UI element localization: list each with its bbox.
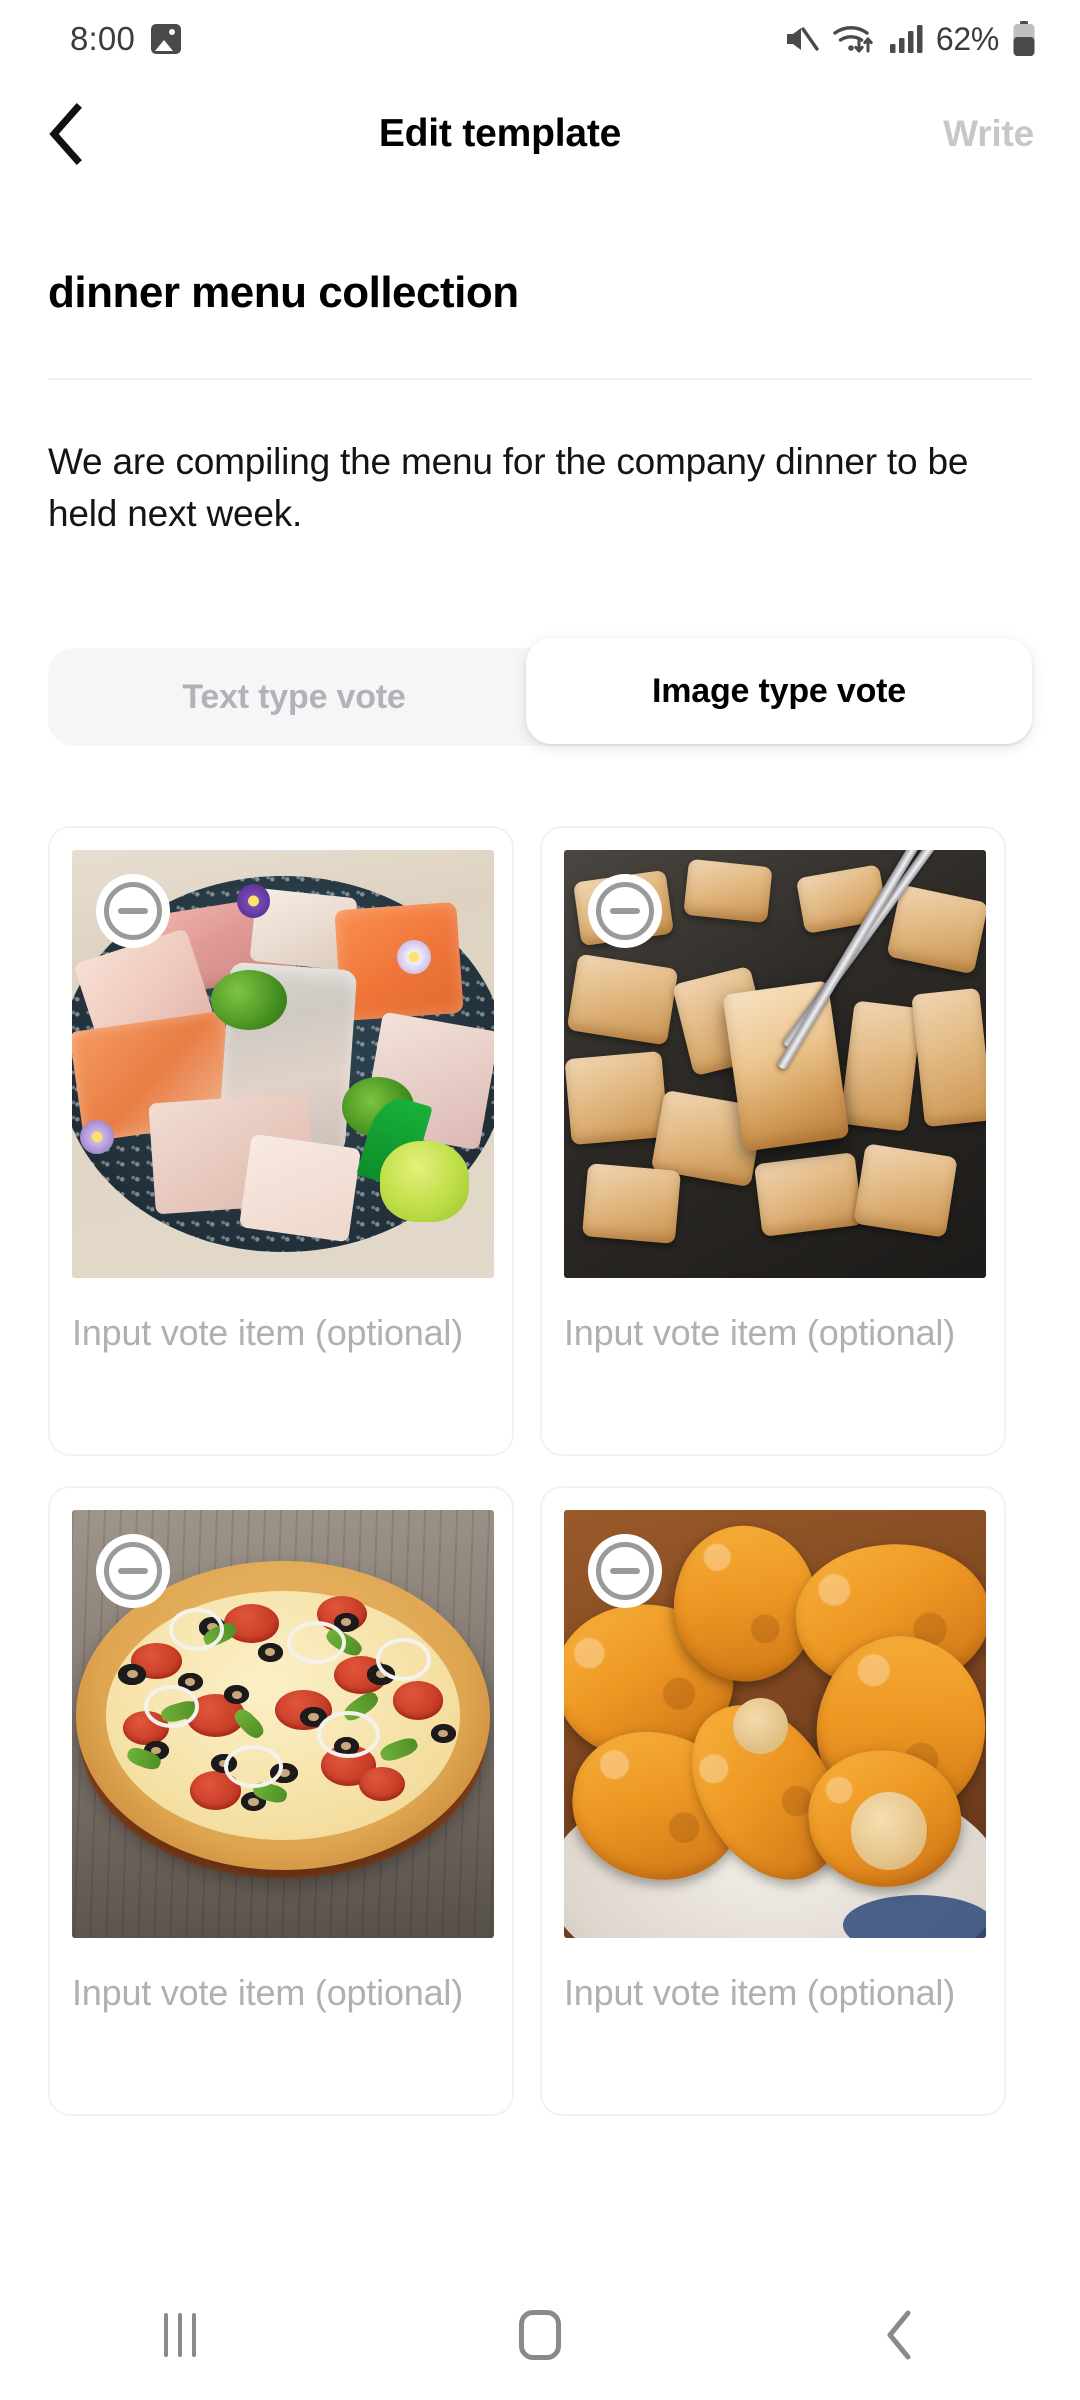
poll-description[interactable]: We are compiling the menu for the compan… [48,436,988,540]
vote-item-grid: Input vote item (optional) Input vote it… [48,826,1032,2116]
vote-item-label-input[interactable]: Input vote item (optional) [72,1308,492,1358]
mute-icon [786,27,819,51]
home-icon [519,2310,561,2360]
minus-circle-icon [596,882,654,940]
vote-item-card[interactable]: Input vote item (optional) [48,1486,514,2116]
minus-circle-icon [104,882,162,940]
vote-item-label-input[interactable]: Input vote item (optional) [564,1968,984,2018]
remove-vote-item-button[interactable] [588,1534,662,1608]
battery-icon [1013,21,1035,56]
cellular-signal-icon [889,25,923,53]
app-screen: 8:00 62% Edit template Write dinner menu… [0,0,1080,2400]
recents-button[interactable] [105,2290,255,2380]
remove-vote-item-button[interactable] [96,874,170,948]
minus-circle-icon [104,1542,162,1600]
page-title: Edit template [378,112,622,155]
recents-icon [164,2313,196,2357]
vote-item-label-input[interactable]: Input vote item (optional) [72,1968,492,2018]
app-header: Edit template Write [0,78,1080,190]
vote-item-card[interactable]: Input vote item (optional) [48,826,514,1456]
status-bar-right: 62% [783,21,1036,58]
vote-item-card[interactable]: Input vote item (optional) [540,826,1006,1456]
remove-vote-item-button[interactable] [96,1534,170,1608]
write-button[interactable]: Write [884,113,1034,155]
back-button[interactable] [46,99,116,169]
title-divider [48,378,1032,380]
vote-item-label-input[interactable]: Input vote item (optional) [564,1308,984,1358]
tab-image-type-vote[interactable]: Image type vote [526,638,1032,744]
poll-title[interactable]: dinner menu collection [48,268,1032,318]
image-notification-icon [151,24,182,54]
android-navigation-bar [0,2270,1080,2400]
vote-item-image[interactable] [72,850,494,1278]
system-back-button[interactable] [825,2290,975,2380]
battery-percent: 62% [935,20,999,57]
vote-type-tabs: Text type vote Image type vote [48,638,1032,746]
back-icon [887,2310,911,2360]
wifi-transfer-icon [833,26,873,53]
chevron-left-icon [49,103,82,165]
vote-item-image[interactable] [564,850,986,1278]
remove-vote-item-button[interactable] [588,874,662,948]
vote-item-card[interactable]: Input vote item (optional) [540,1486,1006,2116]
vote-item-image[interactable] [72,1510,494,1938]
status-bar: 8:00 62% [0,0,1080,78]
tab-text-type-vote[interactable]: Text type vote [48,648,540,746]
minus-circle-icon [596,1542,654,1600]
status-bar-left: 8:00 [70,20,182,58]
status-time: 8:00 [70,20,136,57]
vote-item-image[interactable] [564,1510,986,1938]
home-button[interactable] [465,2290,615,2380]
